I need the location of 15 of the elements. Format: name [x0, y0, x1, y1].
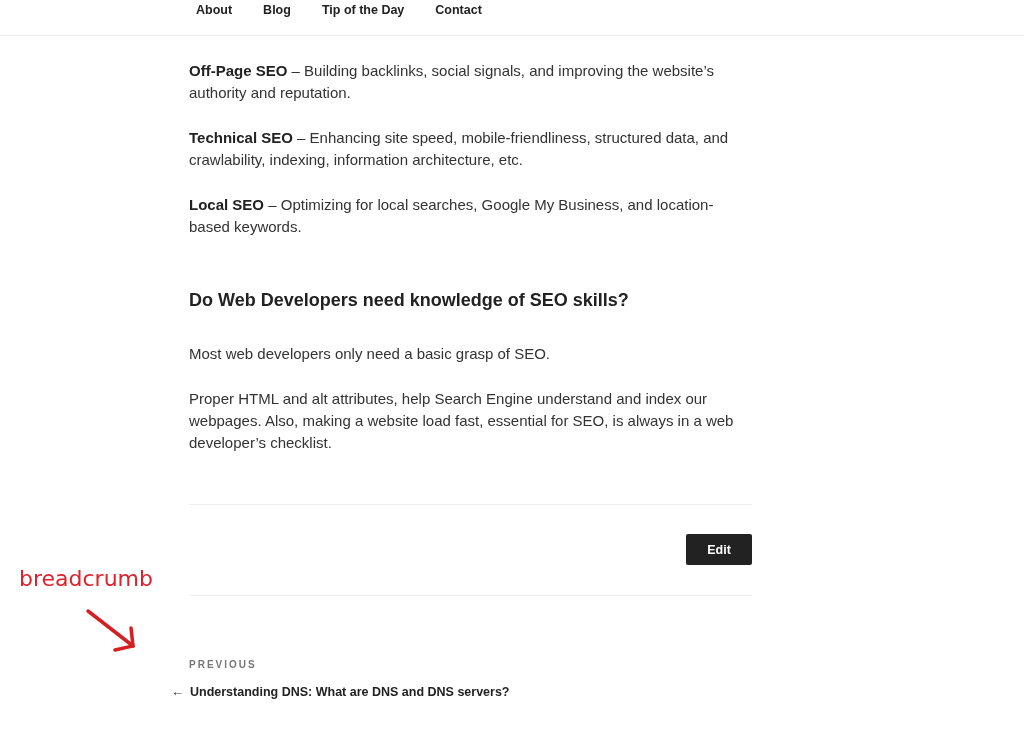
- section-heading: Do Web Developers need knowledge of SEO skills?: [189, 289, 630, 312]
- nav-link[interactable]: Blog: [263, 3, 291, 17]
- paragraph: Local SEO – Optimizing for local searches, Google My Business, and location-based keywords.: [189, 195, 715, 237]
- nav-link[interactable]: Tip of the Day: [321, 3, 405, 17]
- paragraph: Technical SEO – Enhancing site speed, mobile-friendliness, structured data, and crawlability, indexing, information architecture, etc.: [189, 128, 730, 170]
- nav-link[interactable]: Contact: [435, 3, 482, 17]
- edit-button[interactable]: Edit: [686, 534, 752, 565]
- annotation-text: breadcrumb: [19, 566, 153, 591]
- left-arrow-icon: ←: [171, 684, 184, 699]
- previous-label: PREVIOUS: [189, 659, 258, 670]
- paragraph: Proper HTML and alt attributes, help Search Engine understand and index our webpages. Also, making a website load fast, essential for SEO, is always in a web developer’s checklist.: [189, 389, 735, 453]
- paragraph: Off-Page SEO – Building backlinks, social signals, and improving the website’s authority and reputation.: [189, 61, 715, 103]
- previous-post-link[interactable]: Understanding DNS: What are DNS and DNS servers?: [190, 684, 510, 699]
- nav-link[interactable]: About: [196, 3, 233, 17]
- paragraph: Most web developers only need a basic grasp of SEO.: [189, 344, 552, 364]
